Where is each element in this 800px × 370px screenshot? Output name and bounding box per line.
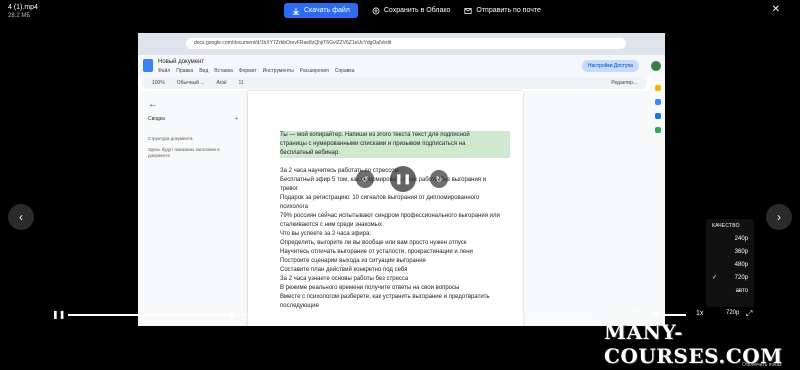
- progress-handle[interactable]: [229, 312, 236, 318]
- menu-item: Инструменты: [262, 68, 294, 74]
- docs-toolbar: 100% Обычный ... Arial 11 Редактир...: [142, 77, 647, 89]
- menu-item: Расширения: [299, 68, 329, 74]
- text-line: Определить, выгорите ли вы вообще или ва…: [280, 240, 467, 246]
- file-info: 4 (1).mp4 28.2 МБ: [8, 4, 38, 19]
- download-label: Скачать файл: [304, 7, 350, 14]
- volume-icon[interactable]: ◀: [652, 309, 658, 318]
- top-actions: Скачать файл Сохранить в Облако Отправит…: [284, 3, 541, 18]
- pause-icon[interactable]: ❚❚: [52, 310, 65, 319]
- check-icon: ✓: [712, 275, 718, 281]
- doc-body: ← Сводка + Структура документа Здесь буд…: [138, 91, 650, 326]
- text-line: психолога: [280, 204, 309, 210]
- docs-menu: Файл Правка Вид Вставка Формат Инструмен…: [158, 68, 354, 74]
- back-arrow-icon: ←: [148, 99, 158, 110]
- keep-icon: [654, 85, 661, 91]
- avatar: [651, 61, 661, 71]
- summary-row: Сводка +: [148, 116, 238, 122]
- disable-ads-link[interactable]: Отключить показ: [742, 362, 781, 368]
- time-display: 1:02 / 3:55: [614, 310, 643, 316]
- close-icon[interactable]: ✕: [772, 4, 780, 15]
- text-line: Подарок за регистрацию: 10 сигналов выго…: [280, 195, 480, 201]
- speed-button[interactable]: 1x: [696, 310, 703, 317]
- pause-button[interactable]: ❚❚: [390, 166, 416, 192]
- forward-icon[interactable]: ↻: [430, 170, 448, 188]
- tasks-icon: [654, 99, 661, 105]
- docs-logo-icon: [143, 59, 153, 72]
- save-to-cloud-label: Сохранить в Облако: [383, 7, 451, 14]
- menu-item: Вставка: [214, 68, 233, 74]
- browser-chrome: docs.google.com/document/d/1bXY7ZrbbOrev…: [138, 33, 665, 55]
- side-panel: [650, 77, 665, 326]
- document-outline: ← Сводка + Структура документа Здесь буд…: [148, 99, 238, 159]
- doc-title: Новый документ: [158, 59, 205, 65]
- structure-label: Структура документа: [148, 136, 193, 141]
- next-arrow-icon[interactable]: ›: [766, 204, 792, 230]
- docs-header: Новый документ Файл Правка Вид Вставка Ф…: [138, 55, 665, 77]
- quality-menu: КАЧЕСТВО 240p 360p 480p ✓ 720p авто: [706, 219, 754, 307]
- text-line: В режиме реального времени получите отве…: [280, 285, 460, 291]
- text-line: 79% россиян сейчас испытывают синдром пр…: [280, 213, 500, 219]
- volume-slider[interactable]: [664, 314, 686, 316]
- menu-item: Файл: [158, 68, 171, 74]
- highlighted-line: страницы с нумерованными списками и приз…: [280, 140, 510, 149]
- summary-label: Сводка: [148, 116, 165, 122]
- highlighted-line: бесплатный вебинар.: [280, 149, 510, 158]
- mail-icon: [464, 7, 472, 14]
- file-name: 4 (1).mp4: [8, 4, 38, 11]
- quality-option[interactable]: авто: [706, 285, 754, 298]
- doc-text: Ты — мой копирайтер. Напиши из этого тек…: [280, 131, 510, 311]
- download-button[interactable]: Скачать файл: [284, 3, 358, 18]
- previous-arrow-icon[interactable]: ‹: [8, 204, 34, 230]
- zoom-value: 100%: [152, 80, 165, 86]
- style-select: Обычный ...: [176, 80, 205, 86]
- font-select: Arial: [216, 80, 227, 86]
- text-line: Построите сценарии выхода из ситуации вы…: [280, 258, 426, 264]
- file-size: 28.2 МБ: [8, 13, 31, 19]
- quality-option[interactable]: 360p: [706, 246, 754, 259]
- contacts-icon: [654, 113, 661, 119]
- menu-item: Справка: [334, 68, 355, 74]
- quality-menu-title: КАЧЕСТВО: [712, 223, 740, 229]
- send-by-mail-label: Отправить по почте: [476, 7, 541, 14]
- text-line: Что вы успеете за 2 часа эфира:: [280, 231, 372, 237]
- cloud-icon: [372, 7, 380, 14]
- font-size-value: 11: [238, 80, 244, 86]
- maps-icon: [654, 127, 661, 133]
- doc-page: Ты — мой копирайтер. Напиши из этого тек…: [248, 91, 523, 326]
- text-line: Научитесь отличать выгорание от усталост…: [280, 249, 473, 255]
- share-settings-button: Настройки Доступа: [582, 60, 639, 72]
- plus-icon: +: [235, 116, 238, 122]
- send-by-mail-button[interactable]: Отправить по почте: [464, 7, 541, 15]
- download-icon: [292, 7, 300, 15]
- address-bar: docs.google.com/document/d/1bXY7ZrbbOrev…: [186, 38, 626, 49]
- rewind-icon[interactable]: ↺: [356, 170, 374, 188]
- text-line: За 2 часа узнаете основы работы без стре…: [280, 276, 409, 282]
- progress-fill: [68, 314, 233, 316]
- outline-empty-note: Здесь будут показаны заголовки в докумен…: [148, 147, 220, 158]
- quality-option-selected[interactable]: ✓ 720p: [706, 272, 754, 285]
- menu-item: Правка: [176, 68, 194, 74]
- progress-bar[interactable]: [68, 312, 598, 318]
- menu-item: Вид: [199, 68, 209, 74]
- text-line: Вместе с психологом разберете, как устра…: [280, 294, 490, 300]
- fullscreen-icon[interactable]: ⤢: [746, 309, 752, 319]
- edit-mode-select: Редактир...: [611, 80, 637, 86]
- video-viewer: 4 (1).mp4 28.2 МБ Скачать файл Сохранить…: [0, 0, 800, 370]
- text-line: Составите план действий конкретно под се…: [280, 267, 408, 273]
- quality-button[interactable]: 720p: [726, 310, 739, 316]
- watermark: MANY-COURSES.COM: [604, 320, 783, 368]
- save-to-cloud-button[interactable]: Сохранить в Облако: [372, 7, 451, 15]
- text-line: сталкиваются с ним среди знакомых: [280, 222, 382, 228]
- quality-option[interactable]: 480p: [706, 259, 754, 272]
- quality-option[interactable]: 240p: [706, 233, 754, 246]
- highlighted-line: Ты — мой копирайтер. Напиши из этого тек…: [280, 131, 510, 140]
- menu-item: Формат: [238, 68, 257, 74]
